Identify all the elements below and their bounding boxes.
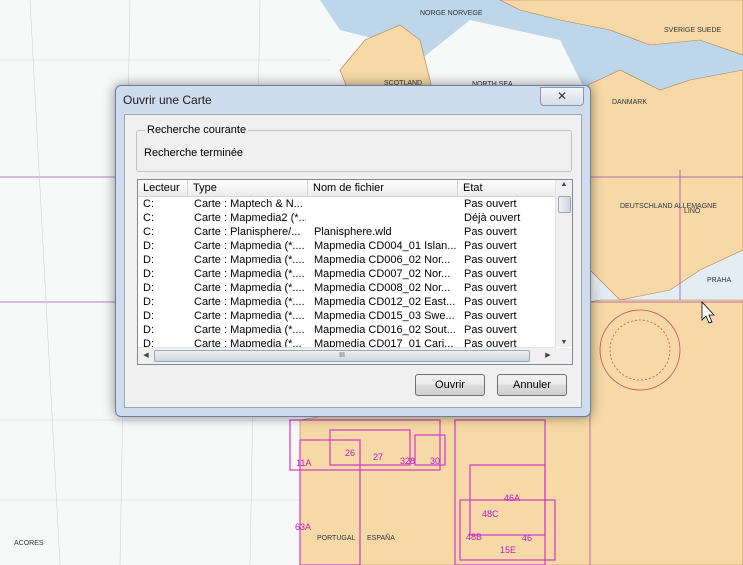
dialog-client-area: Recherche courante Recherche terminée Le… <box>124 114 582 408</box>
dialog-title: Ouvrir une Carte <box>123 93 212 107</box>
list-item[interactable]: D: Carte : Mapmedia (*.... Mapmedia CD012_… <box>138 295 556 309</box>
chart-number-label: 26 <box>345 448 355 458</box>
list-item[interactable]: D: Carte : Mapmedia (*.... Mapmedia CD015_… <box>138 309 556 323</box>
column-header-state[interactable]: Etat <box>458 180 556 196</box>
map-label: PORTUGAL <box>317 535 355 542</box>
map-label: DEUTSCHLAND ALLEMAGNE <box>620 203 717 210</box>
chart-number-label: 15E <box>500 545 516 555</box>
chart-number-label: 27 <box>373 452 383 462</box>
cell-state: Pas ouvert <box>464 324 517 336</box>
group-label: Recherche courante <box>145 124 249 136</box>
cell-drive: D: <box>143 240 154 252</box>
map-label: DANMARK <box>612 99 647 106</box>
scroll-down-icon[interactable]: ▼ <box>556 339 572 346</box>
cell-state: Déjà ouvert <box>464 212 521 224</box>
scroll-up-icon[interactable]: ▲ <box>556 181 572 188</box>
cell-filename: Mapmedia CD017_01 Cari... <box>314 338 454 347</box>
list-item[interactable]: C: Carte : Planisphere/... Planisphere.wld… <box>138 225 556 239</box>
cell-drive: C: <box>143 212 154 224</box>
chart-number-label: 30 <box>430 456 440 466</box>
cell-type: Carte : Mapmedia2 (*... <box>194 212 306 224</box>
map-label: NORGE NORVEGE <box>420 10 483 17</box>
chart-number-label: 63A <box>295 522 311 532</box>
column-header-drive[interactable]: Lecteur <box>138 180 188 196</box>
vertical-scrollbar[interactable]: ▲ ▼ <box>555 180 572 347</box>
column-header-type[interactable]: Type <box>188 180 308 196</box>
close-button[interactable]: ✕ <box>540 87 584 106</box>
cell-drive: D: <box>143 338 154 347</box>
chart-number-label: 48B <box>466 532 482 542</box>
open-button[interactable]: Ouvrir <box>415 374 485 396</box>
list-item[interactable]: C: Carte : Mapmedia2 (*... Déjà ouvert <box>138 211 556 225</box>
horizontal-scroll-thumb[interactable]: III <box>154 350 530 362</box>
chart-number-label: 46A <box>504 493 520 503</box>
cell-filename: Mapmedia CD004_01 Islan... <box>314 240 457 252</box>
chart-number-label: 48C <box>482 509 499 519</box>
cell-drive: D: <box>143 254 154 266</box>
search-status: Recherche terminée <box>144 147 244 159</box>
cell-type: Carte : Mapmedia (*.... <box>194 254 305 266</box>
cell-drive: C: <box>143 226 154 238</box>
open-chart-dialog: Ouvrir une Carte ✕ Recherche courante Re… <box>115 85 591 417</box>
chart-number-label: 46 <box>522 533 532 543</box>
list-rows: C: Carte : Maptech & N... Pas ouvert C: Cart… <box>138 197 556 347</box>
cell-type: Carte : Planisphere/... <box>194 226 301 238</box>
cell-type: Carte : Mapmedia (*.... <box>194 240 305 252</box>
cell-state: Pas ouvert <box>464 282 517 294</box>
cell-drive: C: <box>143 198 154 210</box>
chart-list[interactable]: Lecteur Type Nom de fichier Etat C: Carte… <box>137 179 573 365</box>
cell-type: Carte : Maptech & N... <box>194 198 303 210</box>
cell-filename: Mapmedia CD007_02 Nor... <box>314 268 451 280</box>
cell-state: Pas ouvert <box>464 226 517 238</box>
cell-filename: Mapmedia CD008_02 Nor... <box>314 282 451 294</box>
cell-drive: D: <box>143 268 154 280</box>
cell-state: Pas ouvert <box>464 254 517 266</box>
cancel-button[interactable]: Annuler <box>497 374 567 396</box>
map-label: LINO <box>684 208 701 215</box>
cell-filename: Mapmedia CD006_02 Nor... <box>314 254 451 266</box>
cell-drive: D: <box>143 324 154 336</box>
map-label: ESPAÑA <box>367 533 395 542</box>
cell-state: Pas ouvert <box>464 338 517 347</box>
cell-state: Pas ouvert <box>464 268 517 280</box>
cell-type: Carte : Mapmedia (*.... <box>194 282 305 294</box>
list-item[interactable]: D: Carte : Mapmedia (*.... Mapmedia CD004_… <box>138 239 556 253</box>
cell-type: Carte : Mapmedia (*.... <box>194 324 305 336</box>
cell-filename: Mapmedia CD015_03 Swe... <box>314 310 455 322</box>
cell-state: Pas ouvert <box>464 310 517 322</box>
close-icon: ✕ <box>556 89 568 103</box>
cell-state: Pas ouvert <box>464 198 517 210</box>
cell-type: Carte : Mapmedia (*.... <box>194 310 305 322</box>
current-search-group: Recherche courante Recherche terminée <box>136 124 572 172</box>
cell-filename: Mapmedia CD012_02 East... <box>314 296 456 308</box>
map-label: PRAHA <box>707 277 731 284</box>
cell-type: Carte : Mapmedia (*... <box>194 338 302 347</box>
map-label: ACORES <box>14 540 44 547</box>
list-item[interactable]: D: Carte : Mapmedia (*.... Mapmedia CD016_… <box>138 323 556 337</box>
cell-state: Pas ouvert <box>464 296 517 308</box>
list-item[interactable]: D: Carte : Mapmedia (*.... Mapmedia CD006_… <box>138 253 556 267</box>
chart-number-label: 11A <box>296 458 311 468</box>
list-item[interactable]: D: Carte : Mapmedia (*... Mapmedia CD017_0… <box>138 337 556 347</box>
cell-type: Carte : Mapmedia (*.... <box>194 296 305 308</box>
cell-drive: D: <box>143 296 154 308</box>
list-item[interactable]: D: Carte : Mapmedia (*.... Mapmedia CD007_… <box>138 267 556 281</box>
chart-number-label: 328 <box>400 456 415 466</box>
scroll-left-icon[interactable]: ◀ <box>138 351 154 359</box>
list-item[interactable]: D: Carte : Mapmedia (*.... Mapmedia CD008_… <box>138 281 556 295</box>
cell-state: Pas ouvert <box>464 240 517 252</box>
horizontal-scrollbar[interactable]: ◀ III ▶ <box>138 347 556 364</box>
list-item[interactable]: C: Carte : Maptech & N... Pas ouvert <box>138 197 556 211</box>
list-header: Lecteur Type Nom de fichier Etat <box>138 180 556 197</box>
vertical-scroll-thumb[interactable] <box>558 196 571 213</box>
cell-filename: Planisphere.wld <box>314 226 392 238</box>
map-label: SVERIGE SUEDE <box>664 27 722 34</box>
cell-drive: D: <box>143 282 154 294</box>
column-header-filename[interactable]: Nom de fichier <box>308 180 458 196</box>
cell-drive: D: <box>143 310 154 322</box>
scroll-right-icon[interactable]: ▶ <box>540 351 556 359</box>
cell-type: Carte : Mapmedia (*.... <box>194 268 305 280</box>
cell-filename: Mapmedia CD016_02 Sout... <box>314 324 456 336</box>
scroll-corner <box>556 348 572 364</box>
